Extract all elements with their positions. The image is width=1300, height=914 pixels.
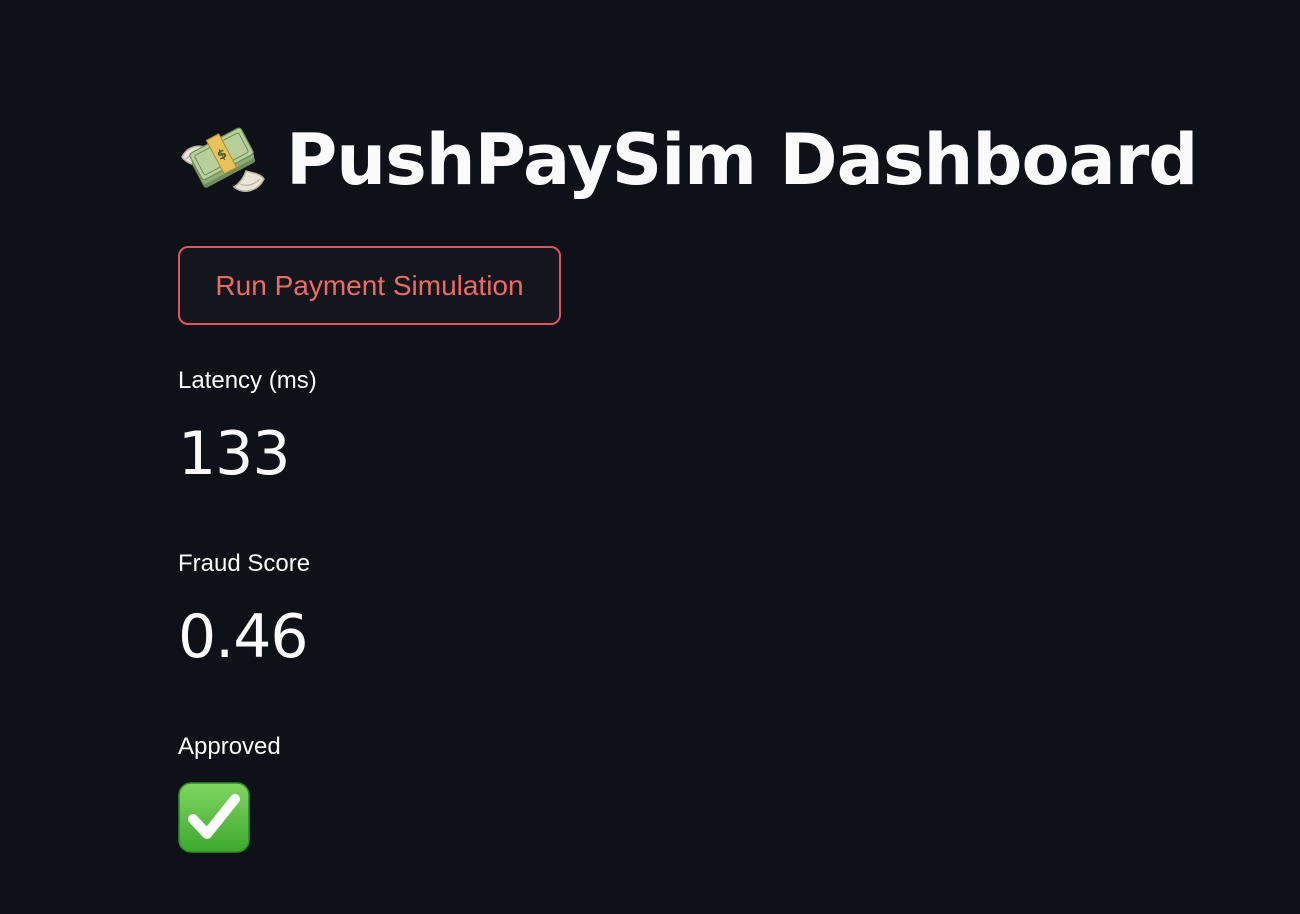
metric-label-latency: Latency (ms)	[178, 367, 317, 394]
metric-value-latency: 133	[178, 419, 291, 489]
page-title: PushPaySim Dashboard	[286, 119, 1198, 201]
money-with-wings-icon: $	[181, 127, 265, 192]
page-header: $ PushPaySim Dashboard	[178, 114, 1198, 206]
dashboard-app: $ PushPaySim Dashboard Run Payment Simul…	[0, 0, 1300, 914]
metric-label-fraud-score: Fraud Score	[178, 550, 311, 577]
run-payment-simulation-button[interactable]: Run Payment Simulation	[178, 246, 561, 325]
metric-value-fraud-score: 0.46	[178, 602, 309, 672]
metric-label-approved: Approved	[178, 733, 281, 760]
check-mark-button-icon	[178, 782, 250, 853]
